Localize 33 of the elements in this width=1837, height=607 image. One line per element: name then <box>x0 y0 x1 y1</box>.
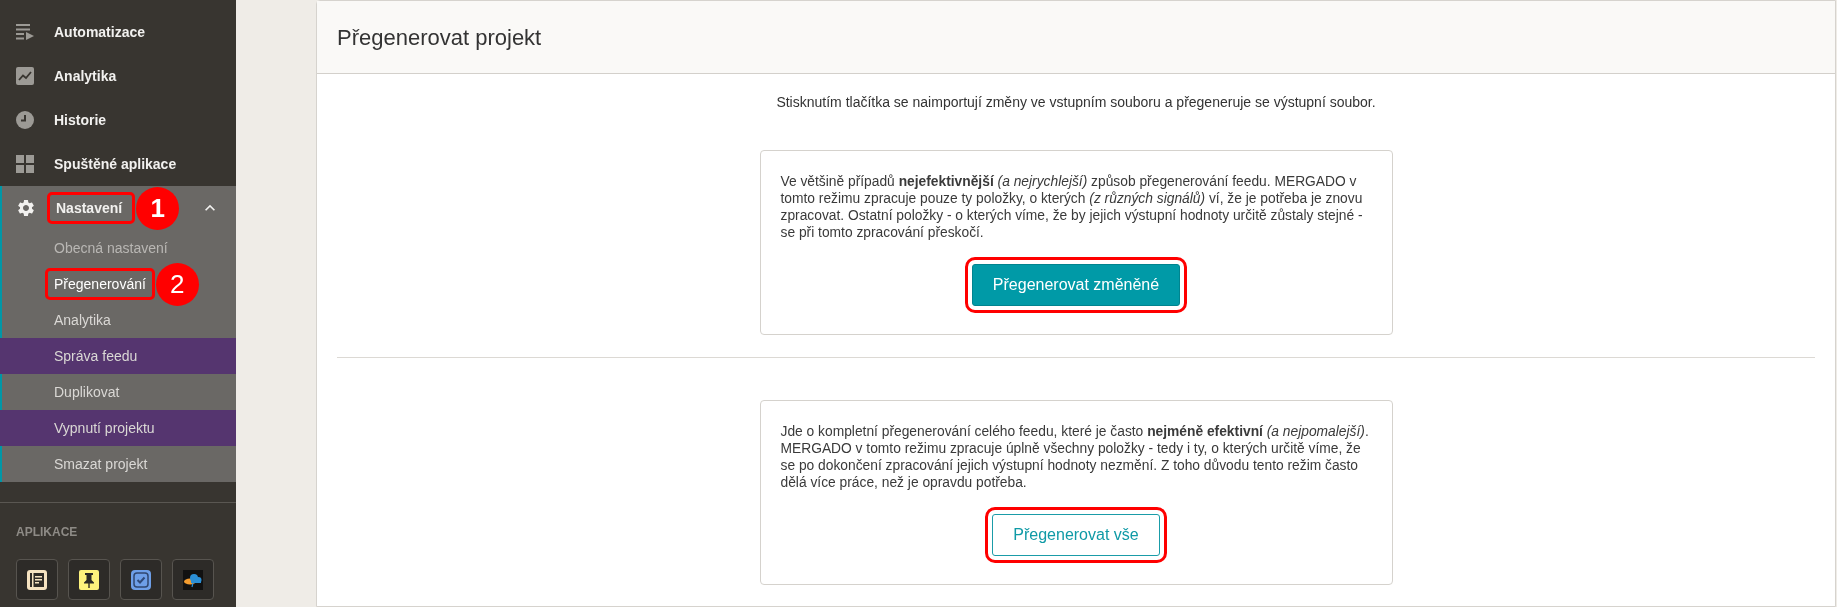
nav-item[interactable]: Nastavení 1 <box>0 186 236 230</box>
nav-item[interactable]: Automatizace <box>0 10 236 54</box>
settings-icon <box>16 198 36 218</box>
submenu-item[interactable]: Správa feedu <box>0 338 236 374</box>
option-description: Ve většině případů nejefektivnější (a nejrychlejší) způsob přegenerování feedu. MERGADO v tomto režimu zpracuje pouze ty položky, o kterých (z různých signálů) ví, že je potřeba je znovu zpracovat. Ostatní položky - o kterých víme, že by jejich výstupní hodnoty určitě zůstaly stejné - se při tomto zpracování přeskočí. <box>780 173 1364 241</box>
nav-item[interactable]: Analytika <box>0 54 236 98</box>
app-button[interactable] <box>172 559 214 600</box>
app-button[interactable] <box>68 559 110 600</box>
submenu-item[interactable]: Duplikovat <box>0 374 236 410</box>
pin-icon <box>79 569 99 590</box>
submenu-item[interactable]: Vypnutí projektu <box>0 410 236 446</box>
app-button[interactable] <box>120 559 162 600</box>
page-title: Přegenerovat projekt <box>337 23 542 52</box>
intro-text: Stisknutím tlačítka se naimportují změny ve vstupním souboru a přegeneruje se výstupní soubor. <box>776 94 1376 111</box>
notebook-icon <box>27 569 47 590</box>
grid-icon <box>16 155 34 173</box>
nav-label[interactable]: Nastavení <box>56 197 123 219</box>
cloud-icon <box>183 569 203 590</box>
regenerate-button[interactable]: Přegenerovat změněné <box>971 264 1181 306</box>
playlist-icon <box>16 24 34 40</box>
option-description: Jde o kompletní přegenerování celého feedu, které je často nejméně efektivní (a nejpomalejší). MERGADO v tomto režimu zpracuje úplně všechny položky - tedy i ty, o kterých určitě víme, že se po dokončení zpracování jejich výstupní hodnoty nezmění. Z toho důvodu tento režim často dělá více práce, než je opravdu potřeba. <box>780 423 1370 491</box>
submenu-item[interactable]: Smazat projekt <box>0 446 236 482</box>
app-button[interactable] <box>16 559 58 600</box>
callout-badge: 2 <box>155 262 199 306</box>
clock-icon <box>16 111 34 129</box>
chart-icon <box>16 67 34 85</box>
callout-badge: 1 <box>136 186 180 230</box>
nav-item[interactable]: Historie <box>0 98 236 142</box>
checkbox-icon <box>131 569 151 590</box>
section-heading: APLIKACE <box>16 525 78 539</box>
nav-item[interactable]: Spuštěné aplikace <box>0 142 236 186</box>
submenu-label[interactable]: Přegenerování <box>54 273 146 295</box>
regenerate-button[interactable]: Přegenerovat vše <box>992 514 1160 556</box>
